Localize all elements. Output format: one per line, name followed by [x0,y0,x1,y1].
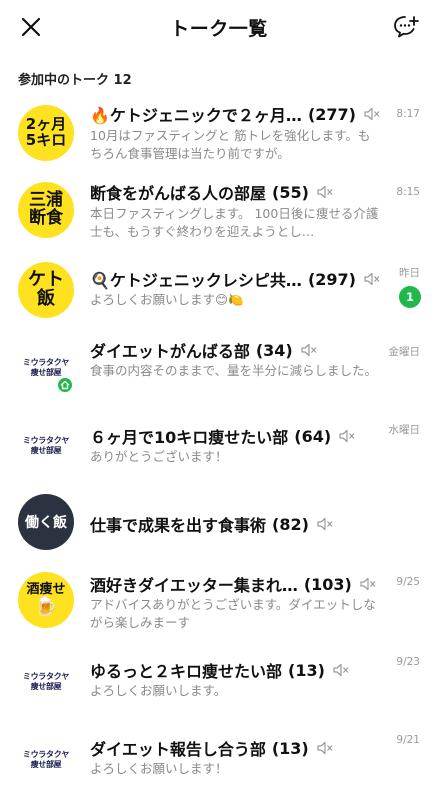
avatar: ケト 飯 [18,262,74,318]
avatar: 酒痩せ 🍺 [18,572,74,628]
chat-time: 8:17 [396,108,420,120]
chat-name-line: 酒好きダイエッター集まれ… (103) [90,572,380,596]
member-count: (64) [294,426,332,446]
chat-preview: 食事の内容そのままで、量を半分に減らしました。 [90,363,378,378]
member-count: (103) [303,574,352,594]
chat-name: 🔥ケトジェニックで２ヶ月… [90,106,302,125]
mute-icon [317,185,333,199]
chat-row[interactable]: 酒痩せ 🍺 酒好きダイエッター集まれ… (103) アドバイスありがとうございま… [0,566,438,648]
chat-name-line: ゆるっと２キロ痩せたい部 (13) [90,658,380,682]
chat-time: 水曜日 [388,424,421,436]
mute-icon [317,517,333,531]
chat-row[interactable]: ケト 飯 🍳ケトジェニックレシピ共… (297) よろしくお願いします😊🍋 昨日… [0,258,438,340]
chat-row[interactable]: 三浦 断食 断食をがんばる人の部屋 (55) 本日ファスティングします。 100… [0,176,438,258]
chat-name: ダイエットがんばる部 [90,342,250,361]
mute-icon [360,577,376,591]
chat-name-line: 🍳ケトジェニックレシピ共… (297) [90,267,380,291]
chat-row[interactable]: 働く飯 仕事で成果を出す食事術 (82) [0,488,438,570]
avatar-label: ミウラタクヤ 痩せ部屋 [22,436,70,455]
mute-icon [301,343,317,357]
section-label: 参加中のトーク 12 [18,73,132,88]
member-count: (55) [272,182,309,202]
chat-preview: よろしくお願いします。 [90,683,227,698]
chat-name: ６ヶ月で10キロ痩せたい部 [90,428,289,447]
page-title: トーク一覧 [170,18,268,40]
chat-name: 仕事で成果を出す食事術 [90,516,267,535]
mute-icon [364,107,380,121]
member-count: (82) [272,514,309,534]
avatar: ミウラタクヤ 痩せ部屋 [18,418,74,474]
chat-name-line: 断食をがんばる人の部屋 (55) [90,180,380,204]
chat-row[interactable]: ミウラタクヤ 痩せ部屋 ６ヶ月で10キロ痩せたい部 (64) ありがとうございま… [0,414,438,496]
new-chat-icon[interactable] [392,13,420,41]
member-count: (13) [271,738,309,758]
chat-name-line: ６ヶ月で10キロ痩せたい部 (64) [90,424,380,448]
avatar: 三浦 断食 [18,182,74,238]
header: トーク一覧 [0,0,438,56]
chat-row[interactable]: 2ヶ月 5キロ 🔥ケトジェニックで２ヶ月… (277) 10月はファスティングと… [0,96,438,178]
mute-icon [317,741,333,755]
chat-time: 金曜日 [388,346,421,358]
chat-preview: よろしくお願いします😊🍋 [90,292,244,307]
chat-name-line: ダイエットがんばる部 (34) [90,338,380,362]
member-count: (297) [307,269,356,289]
chat-name-line: 🔥ケトジェニックで２ヶ月… (277) [90,102,380,126]
avatar-label: 酒痩せ [26,582,66,598]
chat-preview: ありがとうございます！ [90,449,228,464]
chat-time: 9/21 [396,734,420,746]
unread-badge: 1 [399,286,421,308]
avatar-label: ミウラタクヤ 痩せ部屋 [22,750,70,769]
chat-time: 9/23 [396,656,420,668]
chat-time: 8:15 [396,186,420,198]
chat-name-line: ダイエット報告し合う部 (13) [90,736,380,760]
home-icon [56,376,74,394]
avatar-label: ミウラタクヤ 痩せ部屋 [22,358,70,377]
avatar-label: ケト 飯 [28,269,64,309]
avatar: 働く飯 [18,494,74,550]
chat-name: ダイエット報告し合う部 [90,740,266,759]
member-count: (13) [288,660,325,680]
beer-icon: 🍺 [34,595,58,617]
chat-name: ゆるっと２キロ痩せたい部 [90,662,283,681]
chat-name: 断食をがんばる人の部屋 [90,184,267,203]
chat-name: 酒好きダイエッター集まれ… [90,576,298,595]
chat-preview: 10月はファスティングと 筋トレを強化します。もちろん食事管理は当たり前ですが。 [90,128,371,161]
avatar-label: ミウラタクヤ 痩せ部屋 [22,672,70,691]
chat-row[interactable]: ミウラタクヤ 痩せ部屋 ダイエット報告し合う部 (13) よろしくお願いします！… [0,728,438,800]
avatar-label: 2ヶ月 5キロ [25,115,67,149]
avatar: ミウラタクヤ 痩せ部屋 [18,732,74,788]
member-count: (34) [255,340,293,360]
mute-icon [339,429,355,443]
chat-row[interactable]: ミウラタクヤ 痩せ部屋 ゆるっと２キロ痩せたい部 (13) よろしくお願いします… [0,648,438,730]
mute-icon [364,272,380,286]
chat-preview: 本日ファスティングします。 100日後に痩せる介護士も、もうすぐ終わりを迎えよう… [90,206,379,239]
mute-icon [333,663,349,677]
chat-preview: アドバイスありがとうございます。ダイエットしながら楽しみまーす [90,597,376,630]
chat-name-line: 仕事で成果を出す食事術 (82) [90,512,380,536]
avatar-label: 働く飯 [25,515,67,531]
member-count: (277) [307,104,356,124]
chat-name: 🍳ケトジェニックレシピ共… [90,271,302,290]
chat-preview: よろしくお願いします！ [90,761,228,776]
avatar-label: 三浦 断食 [29,190,63,228]
chat-time: 9/25 [396,576,420,588]
chat-time: 昨日 [399,267,420,279]
avatar: 2ヶ月 5キロ [18,105,74,161]
avatar: ミウラタクヤ 痩せ部屋 [18,654,74,710]
chat-row[interactable]: ミウラタクヤ 痩せ部屋 ダイエットがんばる部 (34) 食事の内容そのままで、量… [0,334,438,416]
